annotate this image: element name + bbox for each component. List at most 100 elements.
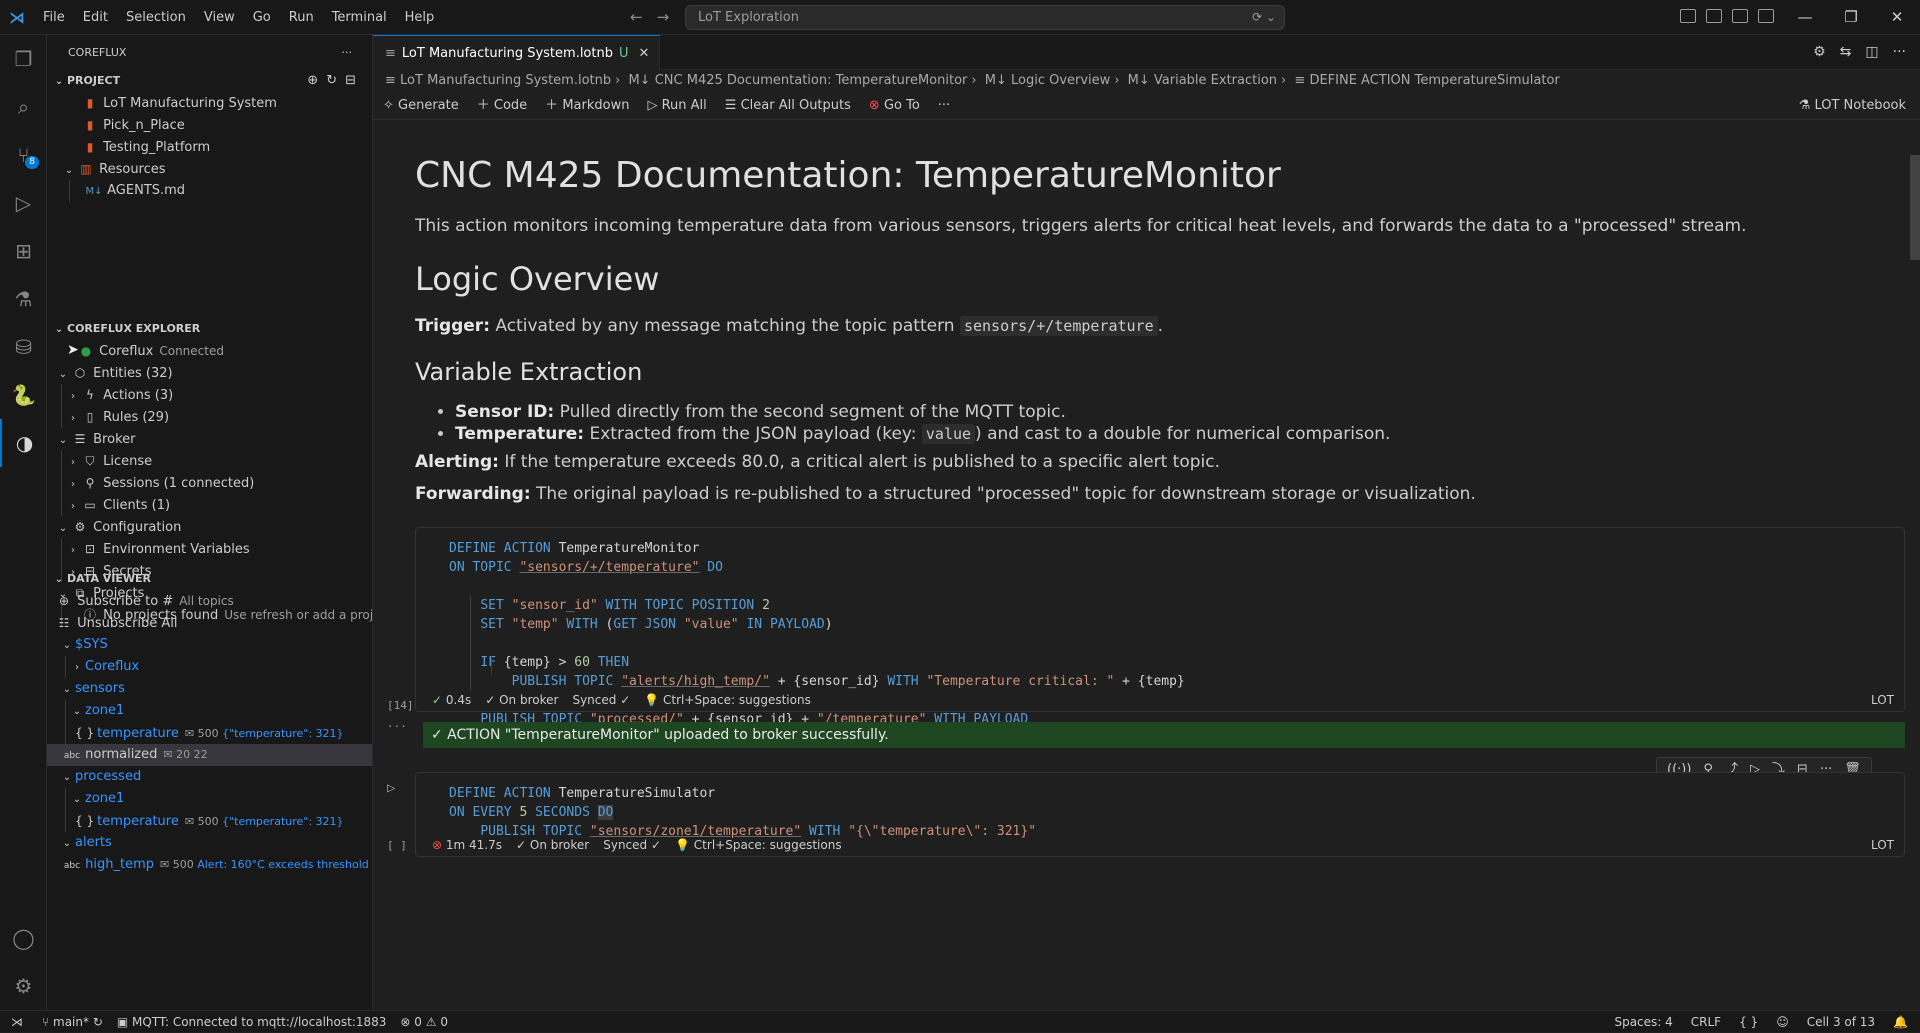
breadcrumb-item[interactable]: LoT Manufacturing System.lotnb (400, 73, 611, 88)
remote-icon[interactable]: ⋊ (0, 1011, 34, 1033)
more-actions-icon[interactable]: ··· (938, 92, 950, 119)
copilot-chevron-icon[interactable]: ⟳ ⌄ (1252, 6, 1276, 29)
database-icon[interactable]: ⛁ (0, 323, 47, 371)
topic-processed[interactable]: ⌄ processed (47, 766, 372, 788)
project-folder[interactable]: ⌄ ▥ Resources (47, 158, 372, 180)
collapse-icon[interactable]: ⊟ (345, 70, 356, 92)
tree-rules[interactable]: › ▯ Rules (29) (47, 406, 372, 428)
tree-entities[interactable]: ⌄ ⬡ Entities (32) (47, 362, 372, 384)
python-icon[interactable]: 🐍 (0, 371, 47, 419)
breadcrumb-item[interactable]: Variable Extraction (1154, 73, 1277, 88)
project-item[interactable]: M↓ AGENTS.md (47, 180, 372, 202)
dataviewer-section-header[interactable]: ⌄ DATA VIEWER (47, 568, 372, 590)
breadcrumb-item[interactable]: CNC M425 Documentation: TemperatureMonit… (655, 73, 968, 88)
project-item[interactable]: ▮ Pick_n_Place (47, 114, 372, 136)
compare-icon[interactable]: ⇆ (1840, 35, 1852, 70)
menu-go[interactable]: Go (244, 0, 280, 35)
menu-edit[interactable]: Edit (74, 0, 117, 35)
topic-temperature[interactable]: { } temperature ✉ 500 {"temperature": 321… (47, 722, 372, 744)
language-mode-indicator[interactable]: { } (1739, 1011, 1758, 1033)
topic-temperature[interactable]: { } temperature ✉ 500 {"temperature": 321… (47, 810, 372, 832)
customize-layout-icon[interactable] (1680, 9, 1696, 23)
menu-terminal[interactable]: Terminal (323, 0, 396, 35)
account-icon[interactable]: ◯ (0, 914, 47, 962)
cell-position-indicator[interactable]: Cell 3 of 13 (1807, 1011, 1875, 1033)
tree-actions[interactable]: › ϟ Actions (3) (47, 384, 372, 406)
menu-help[interactable]: Help (396, 0, 444, 35)
tree-configuration[interactable]: ⌄ ⚙ Configuration (47, 516, 372, 538)
menu-run[interactable]: Run (280, 0, 323, 35)
topic-zone1[interactable]: ⌄ zone1 (47, 700, 372, 722)
topic-zone1[interactable]: ⌄ zone1 (47, 788, 372, 810)
search-icon[interactable]: ⌕ (0, 83, 47, 131)
copilot-icon[interactable]: ☺ (1776, 1011, 1789, 1033)
breadcrumb-item[interactable]: DEFINE ACTION TemperatureSimulator (1309, 73, 1559, 88)
indentation-indicator[interactable]: Spaces: 4 (1614, 1011, 1672, 1033)
command-center-search[interactable]: LoT Exploration ⟳ ⌄ (685, 5, 1285, 30)
back-arrow-icon[interactable]: ← (630, 8, 643, 26)
explorer-icon[interactable]: ❐ (0, 35, 47, 83)
toggle-secondary-sidebar-icon[interactable] (1758, 9, 1774, 23)
mqtt-status[interactable]: ▣ MQTT: Connected to mqtt://localhost:18… (117, 1011, 387, 1033)
notifications-bell-icon[interactable]: 🔔 (1893, 1011, 1908, 1033)
testing-icon[interactable]: ⚗ (0, 275, 47, 323)
settings-gear-icon[interactable]: ⚙ (0, 962, 47, 1010)
refresh-icon[interactable]: ↻ (326, 70, 337, 92)
topic-sensors[interactable]: ⌄ sensors (47, 678, 372, 700)
minimize-icon[interactable]: — (1782, 0, 1828, 35)
menu-file[interactable]: File (34, 0, 74, 35)
add-code-button[interactable]: ＋ Code (477, 92, 527, 119)
goto-button[interactable]: ⊗ Go To (869, 92, 920, 119)
tree-broker[interactable]: ⌄ ☰ Broker (47, 428, 372, 450)
topic-alerts[interactable]: ⌄ alerts (47, 832, 372, 854)
cell-language[interactable]: LOT (1871, 834, 1894, 856)
restore-icon[interactable]: ❐ (1828, 0, 1874, 35)
forward-arrow-icon[interactable]: → (657, 8, 670, 26)
cell-code-editor[interactable]: DEFINE ACTION TemperatureSimulator ON EV… (416, 773, 1904, 841)
run-cell-button[interactable]: ▷ (387, 780, 395, 796)
run-debug-icon[interactable]: ▷ (0, 179, 47, 227)
topic-normalized[interactable]: abc normalized ✉ 20 22 (47, 744, 372, 766)
tree-env-vars[interactable]: › ⊡ Environment Variables (47, 538, 372, 560)
close-window-icon[interactable]: ✕ (1874, 0, 1920, 35)
more-actions-icon[interactable]: ··· (342, 35, 353, 70)
code-cell[interactable]: DEFINE ACTION TemperatureMonitor ON TOPI… (415, 527, 1905, 727)
add-markdown-button[interactable]: ＋ Markdown (545, 92, 629, 119)
branch-indicator[interactable]: ⑂ main* ↻ (42, 1011, 103, 1033)
breadcrumb-item[interactable]: Logic Overview (1011, 73, 1110, 88)
topic-high-temp[interactable]: abc high_temp ✉ 500 Alert: 160°C exceeds … (47, 854, 372, 876)
close-icon[interactable]: ✕ (639, 36, 650, 70)
editor-scrollbar[interactable] (1908, 120, 1920, 1010)
explorer-section-header[interactable]: ⌄ COREFLUX EXPLORER (47, 318, 372, 340)
tab-lotnb[interactable]: ≡ LoT Manufacturing System.lotnb U ✕ (373, 35, 661, 70)
project-item[interactable]: ▮ LoT Manufacturing System (47, 92, 372, 114)
more-actions-icon[interactable]: ··· (1893, 35, 1906, 70)
menu-selection[interactable]: Selection (117, 0, 195, 35)
kernel-picker[interactable]: ⚗ LOT Notebook (1799, 92, 1906, 120)
cell-language[interactable]: LOT (1871, 689, 1894, 711)
new-file-icon[interactable]: ⊕ (307, 70, 318, 92)
generate-button[interactable]: ✧ Generate (383, 92, 459, 119)
eol-indicator[interactable]: CRLF (1691, 1011, 1721, 1033)
tree-clients[interactable]: › ▭ Clients (1) (47, 494, 372, 516)
extensions-icon[interactable]: ⊞ (0, 227, 47, 275)
topic-sys[interactable]: ⌄ $SYS (47, 634, 372, 656)
source-control-icon[interactable]: ⑂ 8 (0, 131, 47, 179)
unsubscribe-all-button[interactable]: ☷ Unsubscribe All (47, 612, 372, 634)
menu-view[interactable]: View (195, 0, 244, 35)
scrollbar-thumb[interactable] (1910, 155, 1920, 260)
coreflux-icon[interactable]: ◑ (0, 419, 47, 467)
tree-sessions[interactable]: › ⚲ Sessions (1 connected) (47, 472, 372, 494)
gear-icon[interactable]: ⚙ (1813, 35, 1826, 70)
project-section-header[interactable]: ⌄ PROJECT ⊕ ↻ ⊟ (47, 70, 372, 92)
clear-outputs-button[interactable]: ☰ Clear All Outputs (725, 92, 851, 119)
tree-license[interactable]: › ⛉ License (47, 450, 372, 472)
run-all-button[interactable]: ▷ Run All (647, 92, 706, 119)
split-editor-icon[interactable]: ◫ (1865, 35, 1878, 70)
project-item[interactable]: ▮ Testing_Platform (47, 136, 372, 158)
code-cell[interactable]: DEFINE ACTION TemperatureSimulator ON EV… (415, 772, 1905, 857)
subscribe-all-button[interactable]: ⊕ Subscribe to # All topics (47, 590, 372, 612)
topic-coreflux[interactable]: › Coreflux (47, 656, 372, 678)
output-more-icon[interactable]: ··· (387, 720, 407, 733)
toggle-panel-icon[interactable] (1732, 9, 1748, 23)
